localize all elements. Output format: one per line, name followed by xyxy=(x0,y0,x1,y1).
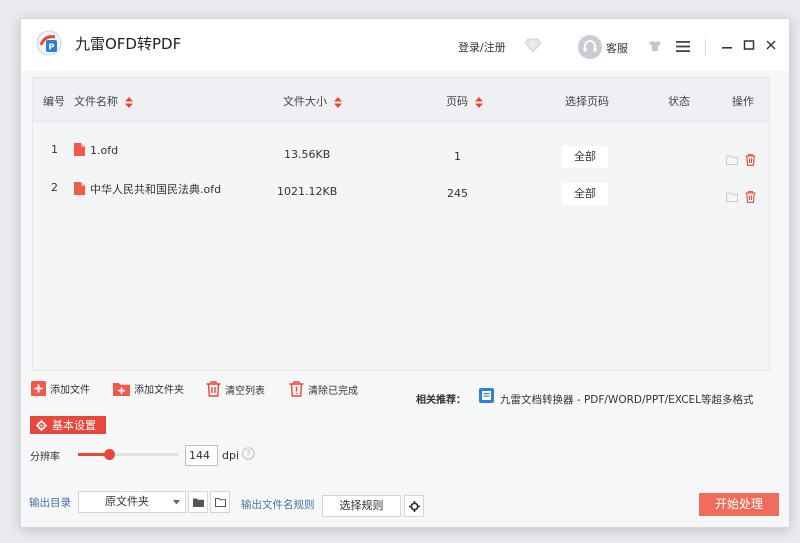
recommend-link[interactable]: 九雷文档转换器 - PDF/WORD/PPT/EXCEL等超多格式 xyxy=(500,392,754,407)
trash-icon xyxy=(206,381,221,397)
resolution-slider-handle[interactable] xyxy=(104,449,115,460)
clear-completed-label: 清除已完成 xyxy=(308,385,358,397)
page-range-select[interactable]: 全部 xyxy=(562,146,608,168)
resolution-label: 分辨率 xyxy=(30,452,60,463)
clear-list-label: 清空列表 xyxy=(225,385,265,397)
clear-completed-icon xyxy=(289,381,304,397)
table-row[interactable]: 2 中华人民共和国民法典.ofd 1021.12KB 245 全部 xyxy=(33,178,769,214)
sort-arrows-icon[interactable] xyxy=(333,96,342,108)
app-title: 九雷OFD转PDF xyxy=(75,35,182,53)
login-register-link[interactable]: 登录/注册 xyxy=(458,39,506,55)
recommend-label: 相关推荐： xyxy=(416,395,466,406)
sort-arrows-icon[interactable] xyxy=(474,96,483,108)
open-folder-icon[interactable] xyxy=(726,155,738,165)
tshirt-skin-icon[interactable] xyxy=(648,40,662,52)
output-dir-label: 输出目录 xyxy=(29,497,71,509)
sort-arrows-icon[interactable] xyxy=(124,96,133,108)
row-file-name: 中华人民共和国民法典.ofd xyxy=(74,181,221,197)
app-logo-icon: P xyxy=(36,30,62,56)
row-file-size: 13.56KB xyxy=(284,148,331,161)
resolution-input[interactable] xyxy=(185,445,218,466)
rule-settings-button[interactable] xyxy=(404,495,424,517)
row-page-count: 1 xyxy=(454,150,461,163)
column-size-label: 文件大小 xyxy=(283,95,327,108)
table-row[interactable]: 1 1.ofd 13.56KB 1 全部 xyxy=(33,141,769,177)
customer-service-avatar[interactable] xyxy=(578,35,602,59)
basic-settings-label: 基本设置 xyxy=(52,419,96,432)
row-page-count: 245 xyxy=(447,187,468,200)
svg-text:?: ? xyxy=(246,450,251,460)
row-file-name-label: 中华人民共和国民法典.ofd xyxy=(90,183,222,196)
column-pages-label: 页码 xyxy=(446,95,468,108)
customer-service-label[interactable]: 客服 xyxy=(606,40,628,56)
open-output-folder-button[interactable] xyxy=(210,491,230,513)
vip-diamond-icon[interactable]: V xyxy=(524,37,542,53)
dpi-unit-label: dpi xyxy=(222,449,240,462)
minimize-icon[interactable] xyxy=(721,39,733,51)
output-dir-select[interactable]: 原文件夹 xyxy=(78,491,186,513)
app-window: P 九雷OFD转PDF 登录/注册 V 客服 编号 文件名称 文件大小 页码 选… xyxy=(20,18,790,528)
maximize-icon[interactable] xyxy=(743,39,755,51)
add-folder-label: 添加文件夹 xyxy=(134,385,184,396)
column-index: 编号 xyxy=(43,95,65,108)
column-name-label: 文件名称 xyxy=(74,95,118,108)
basic-settings-button[interactable]: 基本设置 xyxy=(30,416,106,434)
converter-app-icon[interactable] xyxy=(479,388,494,403)
column-select-pages: 选择页码 xyxy=(565,95,609,108)
file-icon xyxy=(74,182,85,195)
clear-completed-button[interactable]: 清除已完成 xyxy=(289,381,358,397)
add-file-label: 添加文件 xyxy=(50,385,90,396)
row-index: 2 xyxy=(51,181,58,194)
headset-icon xyxy=(583,40,597,52)
add-file-icon xyxy=(31,381,46,396)
clear-list-button[interactable]: 清空列表 xyxy=(206,381,265,397)
browse-folder-button[interactable] xyxy=(188,491,208,513)
titlebar-separator xyxy=(705,39,706,55)
add-folder-button[interactable]: 添加文件夹 xyxy=(113,381,184,396)
resolution-slider[interactable] xyxy=(78,449,178,460)
delete-icon[interactable] xyxy=(745,154,756,166)
title-bar: P 九雷OFD转PDF 登录/注册 V 客服 xyxy=(21,19,789,71)
svg-text:P: P xyxy=(49,43,55,52)
row-file-name: 1.ofd xyxy=(74,143,118,157)
delete-icon[interactable] xyxy=(745,191,756,203)
row-index: 1 xyxy=(51,143,58,156)
start-processing-button[interactable]: 开始处理 xyxy=(699,493,779,516)
page-range-select[interactable]: 全部 xyxy=(562,183,608,205)
file-table: 编号 文件名称 文件大小 页码 选择页码 状态 操作 1 1.ofd 13.56… xyxy=(32,77,770,371)
table-header: 编号 文件名称 文件大小 页码 选择页码 状态 操作 xyxy=(33,78,769,122)
chevron-down-icon xyxy=(173,500,180,505)
close-icon[interactable] xyxy=(765,39,777,51)
row-file-size: 1021.12KB xyxy=(277,185,338,198)
add-file-button[interactable]: 添加文件 xyxy=(31,381,90,396)
folder-icon xyxy=(192,498,204,507)
row-file-name-label: 1.ofd xyxy=(90,144,119,157)
help-icon[interactable]: ? xyxy=(242,447,255,460)
column-size[interactable]: 文件大小 xyxy=(283,93,342,109)
filename-rule-label: 输出文件名规则 xyxy=(241,499,315,511)
file-icon xyxy=(74,143,85,156)
add-folder-icon xyxy=(113,382,130,396)
output-dir-value: 原文件夹 xyxy=(105,495,149,508)
select-rule-button[interactable]: 选择规则 xyxy=(322,495,401,517)
column-status: 状态 xyxy=(668,95,690,108)
column-actions: 操作 xyxy=(732,95,754,108)
open-folder-icon xyxy=(214,497,226,507)
menu-icon[interactable] xyxy=(676,41,690,52)
column-name[interactable]: 文件名称 xyxy=(74,93,133,109)
column-pages[interactable]: 页码 xyxy=(446,93,483,109)
gear-icon xyxy=(408,500,420,512)
gear-icon xyxy=(36,419,47,431)
open-folder-icon[interactable] xyxy=(726,192,738,202)
